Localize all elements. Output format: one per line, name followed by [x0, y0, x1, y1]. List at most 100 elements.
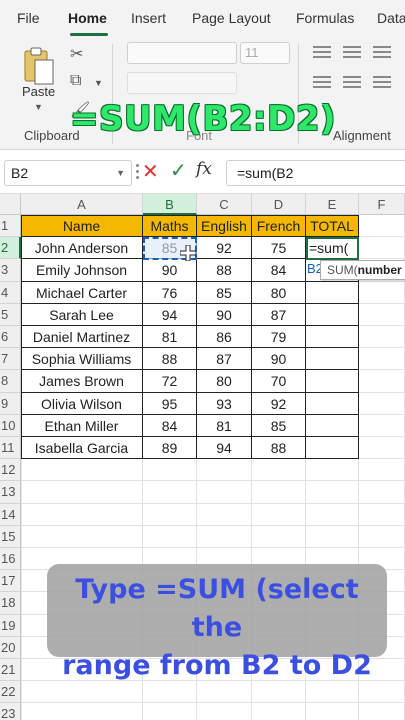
table-cell-maths[interactable]: 76 [143, 281, 197, 304]
row-header-6[interactable]: 6 [0, 326, 21, 349]
row-header-15[interactable]: 15 [0, 525, 21, 548]
table-cell-name[interactable]: James Brown [21, 370, 143, 393]
row-header-2[interactable]: 2 [0, 237, 21, 260]
chevron-down-icon[interactable]: ▼ [116, 168, 125, 178]
table-cell-name[interactable]: Olivia Wilson [21, 392, 143, 415]
table-cell-french[interactable]: 84 [252, 259, 306, 282]
table-cell-french[interactable]: 79 [252, 326, 306, 349]
insert-function-icon[interactable]: fx [196, 159, 212, 179]
table-cell-name[interactable]: John Anderson [21, 237, 143, 260]
table-cell-total[interactable] [306, 326, 359, 349]
table-cell-french[interactable]: 70 [252, 370, 306, 393]
table-cell-name[interactable]: Emily Johnson [21, 259, 143, 282]
align-left-icon[interactable] [313, 76, 331, 90]
table-cell-french[interactable]: 87 [252, 303, 306, 326]
paste-button[interactable]: Paste [22, 84, 55, 99]
row-header-17[interactable]: 17 [0, 570, 21, 593]
header-cell-maths[interactable]: Maths [143, 215, 197, 238]
table-cell-total[interactable] [306, 303, 359, 326]
table-cell-french[interactable]: 90 [252, 348, 306, 371]
table-cell-name[interactable]: Michael Carter [21, 281, 143, 304]
table-cell-maths[interactable]: 94 [143, 303, 197, 326]
cancel-icon[interactable]: ✕ [142, 159, 159, 184]
align-center-icon[interactable] [343, 76, 361, 90]
row-header-16[interactable]: 16 [0, 548, 21, 571]
row-header-1[interactable]: 1 [0, 215, 21, 238]
header-cell-total[interactable]: TOTAL [306, 215, 359, 238]
row-header-4[interactable]: 4 [0, 281, 21, 304]
header-cell-name[interactable]: Name [21, 215, 143, 238]
row-header-20[interactable]: 20 [0, 636, 21, 659]
font-name-dropdown[interactable] [127, 42, 237, 64]
table-cell-total[interactable] [306, 281, 359, 304]
table-cell-french[interactable]: 80 [252, 281, 306, 304]
table-cell-english[interactable]: 81 [197, 414, 252, 437]
column-header-a[interactable]: A [21, 194, 143, 215]
formula-input[interactable]: =sum(B2 [226, 160, 405, 186]
table-cell-french[interactable]: 75 [252, 237, 306, 260]
copy-icon[interactable]: ⧉ [70, 72, 81, 90]
header-cell-english[interactable]: English [197, 215, 252, 238]
row-header-14[interactable]: 14 [0, 503, 21, 526]
row-header-8[interactable]: 8 [0, 370, 21, 393]
row-header-12[interactable]: 12 [0, 459, 21, 482]
tab-page-layout[interactable]: Page Layout [192, 10, 271, 26]
table-cell-english[interactable]: 90 [197, 303, 252, 326]
column-header-e[interactable]: E [306, 194, 359, 215]
table-cell-total[interactable] [306, 370, 359, 393]
font-style-buttons[interactable] [127, 72, 237, 94]
chevron-down-icon[interactable]: ▼ [34, 102, 43, 112]
table-cell-french[interactable]: 92 [252, 392, 306, 415]
align-bottom-icon[interactable] [373, 46, 391, 60]
name-box[interactable]: B2 ▼ [4, 160, 132, 186]
table-cell-maths[interactable]: 88 [143, 348, 197, 371]
align-right-icon[interactable] [373, 76, 391, 90]
row-header-19[interactable]: 19 [0, 614, 21, 637]
chevron-down-icon[interactable]: ▼ [94, 78, 103, 88]
column-header-d[interactable]: D [252, 194, 306, 215]
table-cell-name[interactable]: Isabella Garcia [21, 437, 143, 460]
row-header-21[interactable]: 21 [0, 659, 21, 682]
tab-insert[interactable]: Insert [131, 10, 166, 26]
row-header-23[interactable]: 23 [0, 703, 21, 720]
tab-data[interactable]: Data [377, 10, 405, 26]
column-header-f[interactable]: F [359, 194, 405, 215]
table-cell-maths[interactable]: 90 [143, 259, 197, 282]
row-header-5[interactable]: 5 [0, 303, 21, 326]
row-header-7[interactable]: 7 [0, 348, 21, 371]
column-header-c[interactable]: C [197, 194, 252, 215]
row-header-3[interactable]: 3 [0, 259, 21, 282]
table-cell-total[interactable] [306, 348, 359, 371]
table-cell-name[interactable]: Ethan Miller [21, 414, 143, 437]
table-cell-english[interactable]: 85 [197, 281, 252, 304]
font-size-dropdown[interactable]: 11 [240, 42, 290, 64]
table-cell-name[interactable]: Daniel Martinez [21, 326, 143, 349]
table-cell-maths[interactable]: 95 [143, 392, 197, 415]
table-cell-total[interactable] [306, 437, 359, 460]
table-cell-english[interactable]: 94 [197, 437, 252, 460]
table-cell-maths[interactable]: 84 [143, 414, 197, 437]
table-cell-english[interactable]: 80 [197, 370, 252, 393]
align-top-icon[interactable] [313, 46, 331, 60]
table-cell-name[interactable]: Sophia Williams [21, 348, 143, 371]
active-cell-e2[interactable]: =sum( [306, 237, 359, 260]
paste-icon[interactable] [22, 46, 56, 86]
table-cell-french[interactable]: 85 [252, 414, 306, 437]
row-header-22[interactable]: 22 [0, 681, 21, 704]
header-cell-french[interactable]: French [252, 215, 306, 238]
table-cell-maths[interactable]: 72 [143, 370, 197, 393]
cut-icon[interactable]: ✂ [70, 44, 83, 64]
table-cell-english[interactable]: 93 [197, 392, 252, 415]
table-cell-english[interactable]: 92 [197, 237, 252, 260]
table-cell-maths[interactable]: 81 [143, 326, 197, 349]
row-header-18[interactable]: 18 [0, 592, 21, 615]
table-cell-english[interactable]: 87 [197, 348, 252, 371]
column-header-b[interactable]: B [143, 194, 197, 215]
row-header-13[interactable]: 13 [0, 481, 21, 504]
table-cell-total[interactable] [306, 392, 359, 415]
tab-file[interactable]: File [17, 10, 40, 26]
table-cell-english[interactable]: 86 [197, 326, 252, 349]
table-cell-english[interactable]: 88 [197, 259, 252, 282]
row-header-9[interactable]: 9 [0, 392, 21, 415]
tab-formulas[interactable]: Formulas [296, 10, 354, 26]
